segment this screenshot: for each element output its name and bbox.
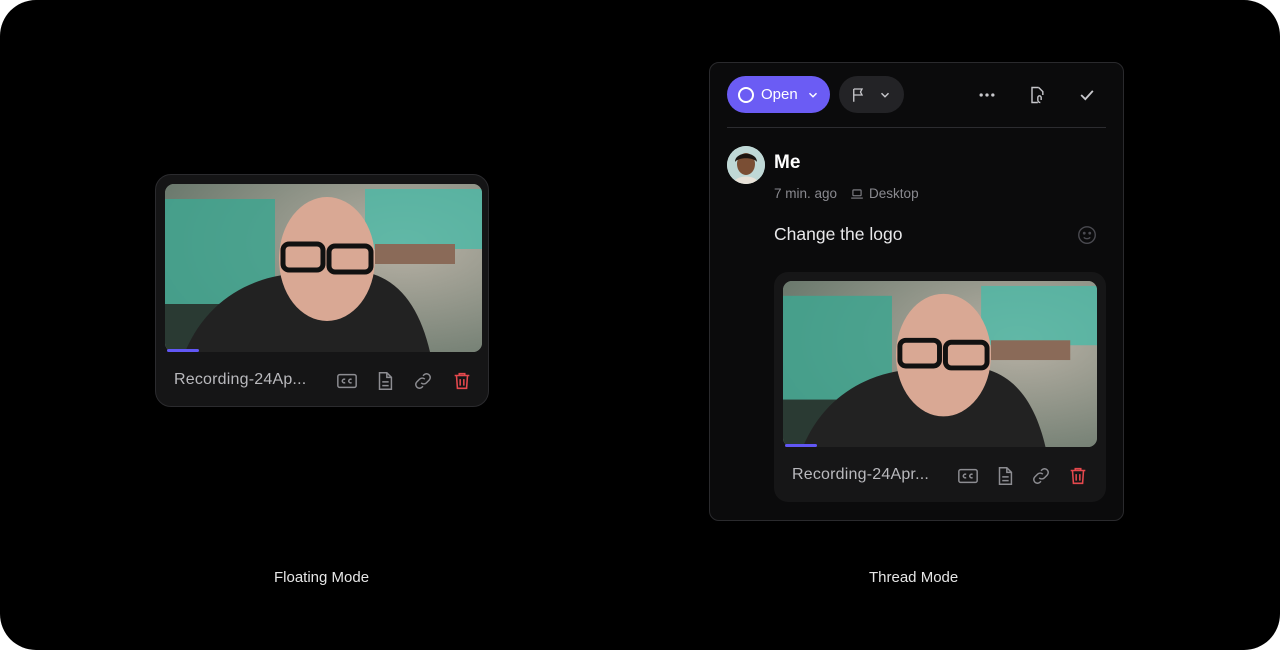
link-icon[interactable]	[1029, 464, 1053, 488]
status-label: Open	[761, 86, 798, 103]
device-info: Desktop	[850, 186, 919, 201]
trash-icon[interactable]	[1066, 464, 1090, 488]
floating-recording-card[interactable]: Recording-24Ap...	[155, 174, 489, 407]
video-thumbnail[interactable]	[783, 281, 1097, 447]
flag-icon	[850, 86, 868, 104]
comment-meta: 7 min. ago Desktop	[774, 186, 919, 201]
divider	[727, 127, 1106, 128]
recording-name[interactable]: Recording-24Apr...	[792, 466, 937, 484]
closed-captions-icon[interactable]	[335, 369, 359, 393]
video-thumbnail[interactable]	[165, 184, 482, 352]
priority-dropdown[interactable]	[839, 76, 904, 113]
recording-name[interactable]: Recording-24Ap...	[174, 371, 316, 389]
status-circle-icon	[738, 86, 754, 103]
chevron-down-icon	[806, 88, 820, 102]
avatar[interactable]	[727, 146, 765, 184]
link-icon[interactable]	[411, 369, 435, 393]
transcript-icon[interactable]	[373, 369, 397, 393]
canvas: Recording-24Ap... Open Me 7 min. ago Des…	[0, 0, 1280, 650]
comment-text: Change the logo	[774, 224, 903, 244]
thread-panel: Open Me 7 min. ago Desktop Change the lo…	[709, 62, 1124, 521]
closed-captions-icon[interactable]	[956, 464, 980, 488]
timestamp: 7 min. ago	[774, 186, 838, 201]
playback-progress	[167, 349, 199, 352]
emoji-icon[interactable]	[1076, 224, 1098, 246]
trash-icon[interactable]	[450, 369, 474, 393]
transcript-icon[interactable]	[993, 464, 1017, 488]
device-label: Desktop	[869, 186, 919, 201]
laptop-icon	[850, 187, 864, 201]
check-icon[interactable]	[1075, 83, 1099, 107]
attach-file-icon[interactable]	[1025, 83, 1049, 107]
author-name: Me	[774, 152, 801, 173]
thread-mode-caption: Thread Mode	[869, 569, 959, 586]
playback-progress	[785, 444, 817, 447]
floating-mode-caption: Floating Mode	[274, 569, 370, 586]
more-icon[interactable]	[975, 83, 999, 107]
recording-attachment[interactable]: Recording-24Apr...	[774, 272, 1106, 502]
status-dropdown[interactable]: Open	[727, 76, 830, 113]
chevron-down-icon	[878, 88, 892, 102]
